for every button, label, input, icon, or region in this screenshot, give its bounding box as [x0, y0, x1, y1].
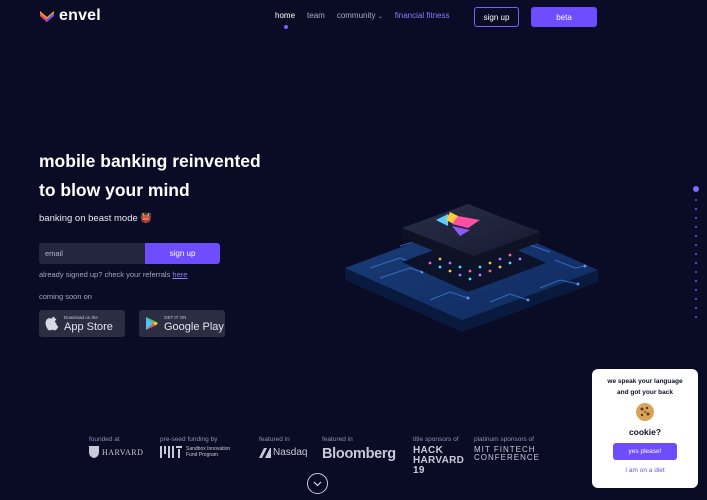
google-play-text: GET IT ON Google Play	[164, 315, 224, 333]
sponsor-mit-fintech: platinum sponsors of MIT FINTECH CONFERE…	[474, 436, 552, 462]
coming-soon-label: coming soon on	[39, 292, 92, 301]
referrals-text: already signed up? check your referrals …	[39, 270, 187, 279]
sponsor-logo: Nasdaq	[259, 446, 307, 458]
hackharvard-wordmark: HACK HARVARD 19	[413, 445, 465, 476]
hero-title: mobile banking reinvented to blow your m…	[39, 147, 309, 205]
nasdaq-wordmark: Nasdaq	[273, 446, 308, 458]
harvard-shield-icon	[89, 446, 99, 458]
pagination-dot[interactable]	[695, 289, 697, 291]
sponsor-mit-sandbox: pre-seed funding by Sandbox Innovation F…	[160, 436, 240, 458]
apple-icon	[45, 316, 59, 330]
cookie-message-line-1: we speak your language	[607, 378, 683, 385]
hero-title-line-2: to blow your mind	[39, 180, 190, 200]
cookie-decline-link[interactable]: I am on a diet	[592, 467, 698, 474]
pagination-dot[interactable]	[695, 199, 697, 201]
cookie-icon	[592, 402, 698, 422]
pagination-dot[interactable]	[695, 253, 697, 255]
cookie-svg	[636, 403, 654, 421]
pagination-dot[interactable]	[695, 217, 697, 219]
sponsor-caption: platinum sponsors of	[474, 436, 534, 443]
pagination-dot[interactable]	[695, 280, 697, 282]
pagination-dot[interactable]	[693, 186, 699, 192]
main-nav: home team community ⌄ financial fitness	[275, 11, 461, 20]
app-store-text: Download on the App Store	[64, 315, 113, 333]
sponsor-bloomberg: featured in Bloomberg	[322, 436, 396, 462]
mit-logo-icon	[160, 446, 182, 458]
chevron-down-icon	[313, 481, 322, 486]
pagination-dot[interactable]	[695, 235, 697, 237]
hero-tagline: banking on beast mode 👹	[39, 213, 153, 224]
section-pagination	[693, 186, 699, 318]
chevron-down-icon: ⌄	[377, 14, 383, 20]
sponsor-caption: featured in	[322, 436, 353, 443]
cookie-consent-popup: we speak your language and got your back…	[592, 369, 698, 488]
envel-logo-icon	[40, 11, 54, 22]
cookie-message: we speak your language and got your back	[592, 376, 698, 398]
sponsor-caption: founded at	[89, 436, 120, 443]
sponsor-caption: title sponsors of	[413, 436, 459, 443]
pagination-dot[interactable]	[695, 316, 697, 318]
referrals-link[interactable]: here	[172, 270, 187, 279]
sponsor-logo: Sandbox Innovation Fund Program	[160, 446, 240, 458]
hero-signup-button[interactable]: sign up	[145, 243, 220, 264]
chip-graphic	[345, 204, 598, 332]
harvard-wordmark: HARVARD	[102, 447, 144, 457]
sponsor-caption: featured in	[259, 436, 290, 443]
nav-financial-fitness[interactable]: financial fitness	[395, 11, 450, 20]
sponsor-hack-harvard: title sponsors of HACK HARVARD 19	[413, 436, 465, 476]
google-play-badge[interactable]: GET IT ON Google Play	[139, 310, 225, 337]
sandbox-wordmark: Sandbox Innovation Fund Program	[186, 446, 231, 458]
nav-community-label: community	[336, 11, 376, 20]
sponsor-harvard: founded at HARVARD	[89, 436, 143, 458]
mit-fintech-wordmark: MIT FINTECH CONFERENCE	[474, 445, 541, 462]
bloomberg-wordmark: Bloomberg	[322, 446, 396, 462]
nav-team[interactable]: team	[307, 11, 325, 20]
pagination-dot[interactable]	[695, 307, 697, 309]
pagination-dot[interactable]	[695, 271, 697, 273]
beta-button[interactable]: beta	[531, 7, 597, 27]
chip-illustration	[340, 170, 610, 340]
app-store-big: App Store	[64, 320, 113, 333]
signup-form: sign up	[39, 243, 220, 264]
cookie-message-line-2: and got your back	[617, 389, 673, 396]
hero-title-line-1: mobile banking reinvented	[39, 151, 261, 171]
pagination-dot[interactable]	[695, 226, 697, 228]
cookie-accept-button[interactable]: yes please!	[613, 443, 677, 460]
nav-active-indicator	[284, 25, 288, 29]
sponsor-caption: pre-seed funding by	[160, 436, 218, 443]
sponsor-logo: HARVARD	[89, 446, 143, 458]
nasdaq-icon	[259, 448, 271, 458]
nav-signup-button[interactable]: sign up	[474, 7, 519, 27]
nav-community[interactable]: community ⌄	[337, 11, 383, 20]
cookie-question: cookie?	[628, 427, 662, 437]
email-input[interactable]	[39, 243, 145, 264]
pagination-dot[interactable]	[695, 208, 697, 210]
pagination-dot[interactable]	[695, 298, 697, 300]
google-play-big: Google Play	[164, 320, 224, 333]
scroll-down-button[interactable]	[307, 473, 328, 494]
google-play-icon	[146, 317, 158, 330]
app-store-badge[interactable]: Download on the App Store	[39, 310, 125, 337]
brand-name: envel	[59, 7, 101, 24]
nav-home[interactable]: home	[275, 11, 295, 20]
referrals-label: already signed up? check your referrals	[39, 270, 173, 279]
envel-logo[interactable]: envel	[39, 7, 101, 25]
sponsor-nasdaq: featured in Nasdaq	[259, 436, 307, 458]
pagination-dot[interactable]	[695, 244, 697, 246]
pagination-dot[interactable]	[695, 262, 697, 264]
